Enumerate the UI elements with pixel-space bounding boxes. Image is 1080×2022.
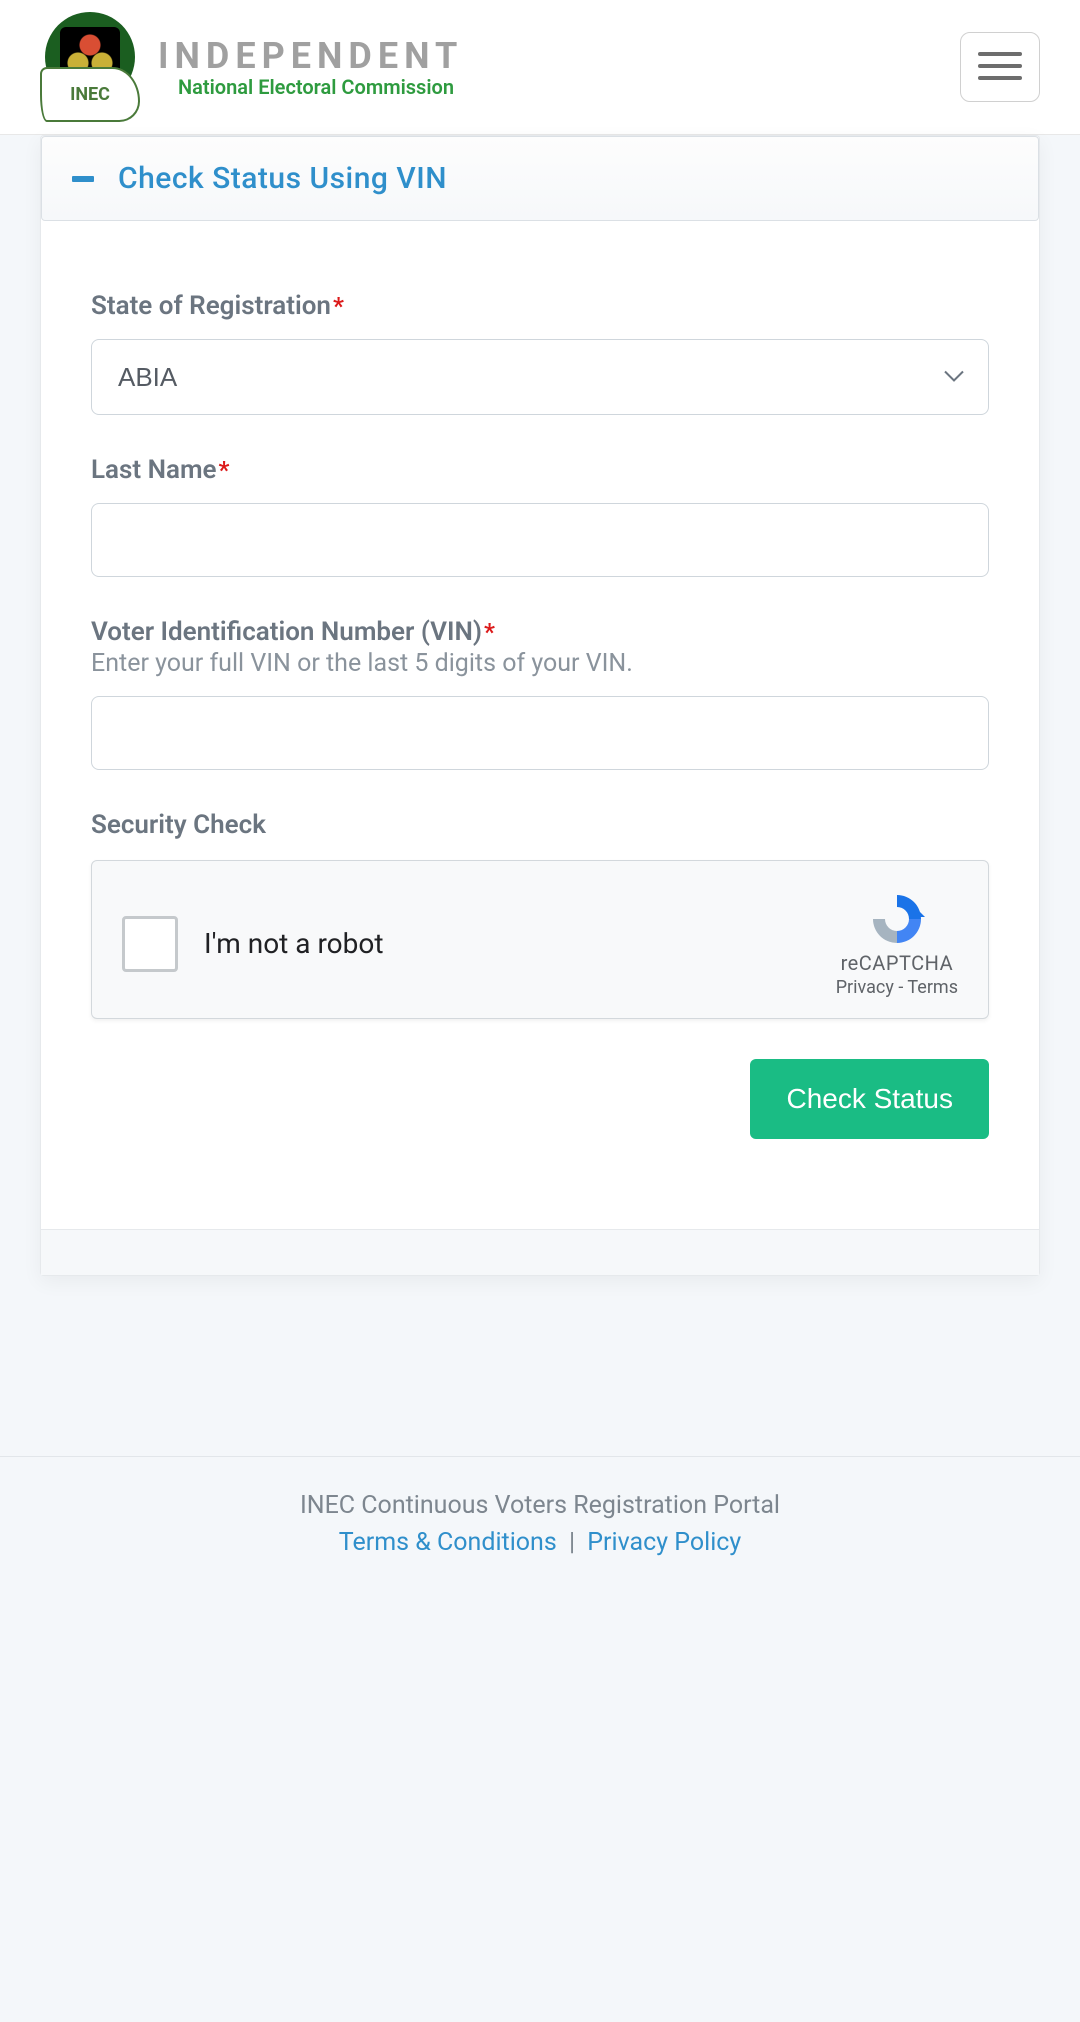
recaptcha-brand: reCAPTCHA [841,951,954,975]
required-mark: * [219,456,230,484]
accordion-header-vin[interactable]: Check Status Using VIN [41,136,1039,221]
minus-icon [72,176,94,182]
recaptcha-checkbox[interactable] [122,916,178,972]
last-name-input[interactable] [91,503,989,577]
brand[interactable]: INEC INDEPENDENT National Electoral Comm… [40,12,463,122]
field-security: Security Check I'm not a robot [91,810,989,1019]
privacy-link[interactable]: Privacy Policy [587,1528,741,1557]
brand-title: INDEPENDENT [158,35,463,77]
navbar: INEC INDEPENDENT National Electoral Comm… [0,0,1080,135]
field-vin: Voter Identification Number (VIN)* Enter… [91,617,989,770]
last-name-label: Last Name [91,455,217,485]
footer-separator: | [569,1528,575,1557]
hamburger-icon [978,48,1022,87]
required-mark: * [484,618,495,646]
terms-link[interactable]: Terms & Conditions [339,1528,557,1557]
recaptcha-terms-link[interactable]: Terms [907,977,958,998]
vin-input[interactable] [91,696,989,770]
footer-text: INEC Continuous Voters Registration Port… [40,1491,1040,1520]
check-status-button[interactable]: Check Status [750,1059,989,1139]
recaptcha-widget: I'm not a robot reCAPTCHA [91,860,989,1019]
recaptcha-label: I'm not a robot [204,927,383,960]
recaptcha-privacy-link[interactable]: Privacy [836,977,894,998]
card-footer [41,1229,1039,1275]
menu-toggle-button[interactable] [960,32,1040,102]
security-label: Security Check [91,810,266,840]
state-label: State of Registration [91,291,331,321]
brand-text: INDEPENDENT National Electoral Commissio… [158,35,463,99]
accordion-title: Check Status Using VIN [118,161,447,196]
vin-label: Voter Identification Number (VIN) [91,617,482,647]
required-mark: * [333,292,344,320]
field-last-name: Last Name* [91,455,989,577]
recaptcha-icon [867,889,927,949]
status-card: Check Status Using VIN State of Registra… [40,135,1040,1276]
logo-text: INEC [40,67,140,122]
vin-hint: Enter your full VIN or the last 5 digits… [91,649,989,678]
field-state: State of Registration* ABIA [91,291,989,415]
inec-logo: INEC [40,12,140,122]
brand-subtitle: National Electoral Commission [158,75,463,99]
page-footer: INEC Continuous Voters Registration Port… [0,1456,1080,1617]
state-select[interactable]: ABIA [91,339,989,415]
